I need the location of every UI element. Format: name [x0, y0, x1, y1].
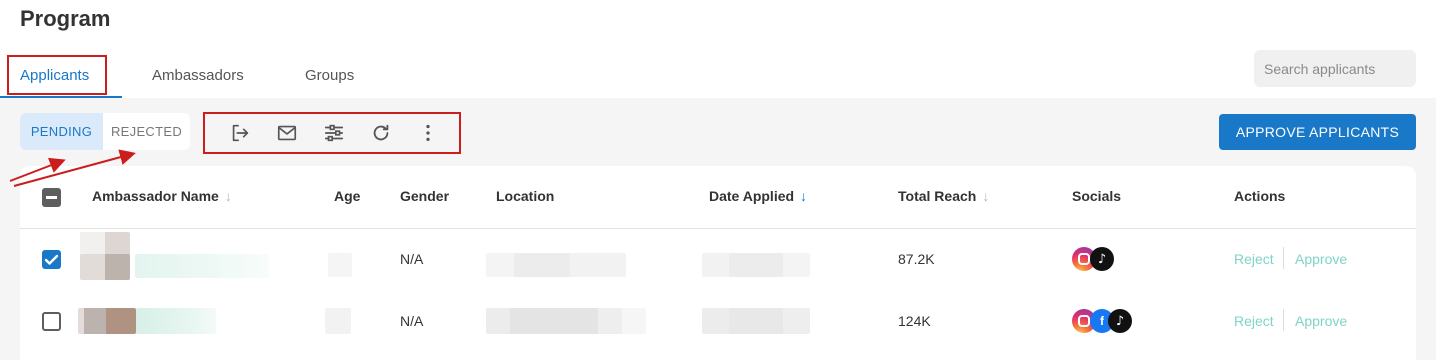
annotation-arrow-pending	[9, 157, 66, 182]
annotation-arrow-rejected	[13, 149, 136, 187]
annotation-arrows	[9, 149, 136, 187]
